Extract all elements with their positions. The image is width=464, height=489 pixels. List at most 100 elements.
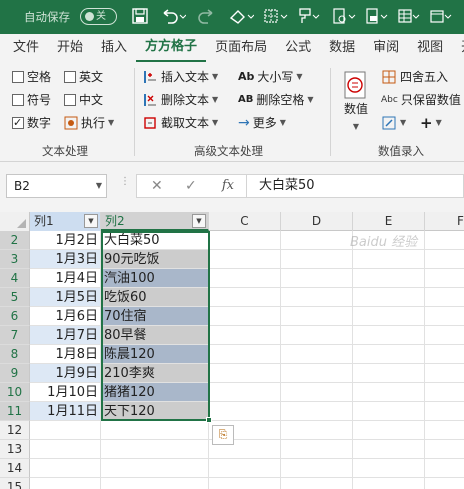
cell-c15[interactable] xyxy=(209,478,281,489)
cell-a14[interactable] xyxy=(30,459,101,478)
fill-handle[interactable] xyxy=(206,417,212,423)
cell-e14[interactable] xyxy=(353,459,425,478)
cell-b7[interactable]: 80早餐 xyxy=(101,326,209,345)
cell-c4[interactable] xyxy=(209,269,281,288)
cell-f12[interactable] xyxy=(425,421,464,440)
cell-d13[interactable] xyxy=(281,440,353,459)
delete-spaces-button[interactable]: AB 删除空格 ▼ xyxy=(238,91,314,109)
cell-b12[interactable] xyxy=(101,421,209,440)
row-header[interactable]: 8 xyxy=(0,345,30,364)
cell-c14[interactable] xyxy=(209,459,281,478)
cell-e15[interactable] xyxy=(353,478,425,489)
cell-b3[interactable]: 90元吃饭 xyxy=(101,250,209,269)
filter-dropdown-icon[interactable]: ▼ xyxy=(192,214,206,228)
tab-8[interactable]: 视图 xyxy=(408,34,452,62)
row-header[interactable]: 7 xyxy=(0,326,30,345)
pdf-icon[interactable] xyxy=(364,7,390,27)
cell-f6[interactable] xyxy=(425,307,464,326)
tab-1[interactable]: 开始 xyxy=(48,34,92,62)
cell-a3[interactable]: 1月3日 xyxy=(30,250,101,269)
plus-dropdown-button[interactable]: + ▼ xyxy=(420,114,442,132)
column-header-b[interactable]: 列2 ▼ xyxy=(101,212,209,231)
table-icon[interactable] xyxy=(396,7,422,27)
row-header[interactable]: 13 xyxy=(0,440,30,459)
row-header[interactable]: 9 xyxy=(0,364,30,383)
cell-b13[interactable] xyxy=(101,440,209,459)
cell-b15[interactable] xyxy=(101,478,209,489)
checkbox-space[interactable]: 空格 xyxy=(12,68,51,86)
cell-a5[interactable]: 1月5日 xyxy=(30,288,101,307)
cell-c2[interactable] xyxy=(209,231,281,250)
cell-d7[interactable] xyxy=(281,326,353,345)
row-header[interactable]: 10 xyxy=(0,383,30,402)
checkbox-chinese[interactable]: 中文 xyxy=(64,91,103,109)
cell-c10[interactable] xyxy=(209,383,281,402)
cell-e12[interactable] xyxy=(353,421,425,440)
drag-handle-icon[interactable]: ⋮ xyxy=(120,176,130,187)
cell-c5[interactable] xyxy=(209,288,281,307)
cell-b14[interactable] xyxy=(101,459,209,478)
cell-d10[interactable] xyxy=(281,383,353,402)
cell-c6[interactable] xyxy=(209,307,281,326)
edit-dropdown-button[interactable]: ▼ xyxy=(381,114,406,132)
cell-e8[interactable] xyxy=(353,345,425,364)
cell-d11[interactable] xyxy=(281,402,353,421)
cell-c9[interactable] xyxy=(209,364,281,383)
cell-d9[interactable] xyxy=(281,364,353,383)
row-header[interactable]: 6 xyxy=(0,307,30,326)
cell-e11[interactable] xyxy=(353,402,425,421)
tab-4[interactable]: 页面布局 xyxy=(206,34,276,62)
more-button[interactable]: → 更多 ▼ xyxy=(238,114,286,132)
formula-input[interactable]: 大白菜50 xyxy=(246,174,464,198)
cell-f3[interactable] xyxy=(425,250,464,269)
cell-a8[interactable]: 1月8日 xyxy=(30,345,101,364)
cell-b2[interactable]: 大白菜50 xyxy=(101,231,209,250)
cell-f7[interactable] xyxy=(425,326,464,345)
cell-a11[interactable]: 1月11日 xyxy=(30,402,101,421)
row-header[interactable]: 15 xyxy=(0,478,30,489)
column-header-a[interactable]: 列1 ▼ xyxy=(30,212,101,231)
cell-a2[interactable]: 1月2日 xyxy=(30,231,101,250)
redo-icon[interactable] xyxy=(196,7,224,27)
delete-text-button[interactable]: 删除文本 ▼ xyxy=(142,91,218,109)
cell-b9[interactable]: 210李爽 xyxy=(101,364,209,383)
cell-f14[interactable] xyxy=(425,459,464,478)
cell-f5[interactable] xyxy=(425,288,464,307)
row-header[interactable]: 2 xyxy=(0,231,30,250)
cell-a6[interactable]: 1月6日 xyxy=(30,307,101,326)
round-button[interactable]: 四舍五入 xyxy=(381,68,448,86)
cell-f10[interactable] xyxy=(425,383,464,402)
name-box[interactable]: B2 ▼ xyxy=(6,174,107,198)
cell-c8[interactable] xyxy=(209,345,281,364)
cell-b4[interactable]: 汽油100 xyxy=(101,269,209,288)
cell-d4[interactable] xyxy=(281,269,353,288)
row-header[interactable]: 12 xyxy=(0,421,30,440)
autosave-toggle[interactable]: 关 xyxy=(80,8,117,25)
tab-9[interactable]: 开 xyxy=(452,34,464,62)
cell-f13[interactable] xyxy=(425,440,464,459)
column-header-e[interactable]: E xyxy=(353,212,425,231)
row-header[interactable]: 4 xyxy=(0,269,30,288)
cell-a4[interactable]: 1月4日 xyxy=(30,269,101,288)
format-painter-icon[interactable] xyxy=(296,7,322,27)
cell-f15[interactable] xyxy=(425,478,464,489)
cell-a15[interactable] xyxy=(30,478,101,489)
select-all-corner[interactable] xyxy=(0,212,30,231)
undo-icon[interactable] xyxy=(160,7,188,27)
cell-f8[interactable] xyxy=(425,345,464,364)
save-icon[interactable] xyxy=(131,7,151,27)
cell-a13[interactable] xyxy=(30,440,101,459)
checkbox-english[interactable]: 英文 xyxy=(64,68,103,86)
column-header-d[interactable]: D xyxy=(281,212,353,231)
row-header[interactable]: 14 xyxy=(0,459,30,478)
cell-f11[interactable] xyxy=(425,402,464,421)
tab-3[interactable]: 方方格子 xyxy=(136,34,207,62)
row-header[interactable]: 5 xyxy=(0,288,30,307)
cell-f4[interactable] xyxy=(425,269,464,288)
cell-f9[interactable] xyxy=(425,364,464,383)
cell-b11[interactable]: 天下120 xyxy=(101,402,209,421)
cell-d8[interactable] xyxy=(281,345,353,364)
cell-e6[interactable] xyxy=(353,307,425,326)
execute-button[interactable]: 执行 ▼ xyxy=(64,114,114,132)
cell-e9[interactable] xyxy=(353,364,425,383)
